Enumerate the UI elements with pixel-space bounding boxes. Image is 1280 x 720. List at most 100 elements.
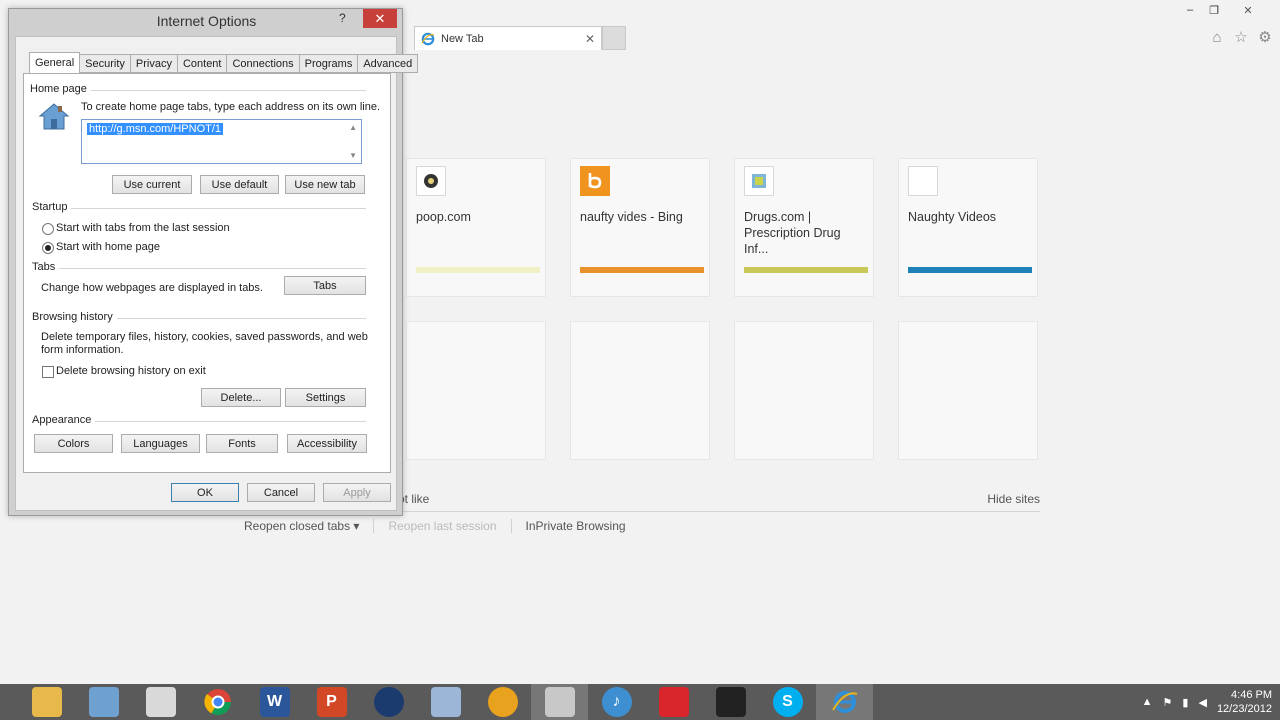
network-icon[interactable]: ▮ [1182,696,1188,709]
home-page-url-text: http://g.msn.com/HPNOT/1 [87,123,224,135]
tab-content[interactable]: Content [177,54,228,73]
sketchup-icon[interactable] [645,684,702,720]
notepad-icon[interactable] [417,684,474,720]
dialog-close-button[interactable]: ✕ [363,9,397,28]
tab-general[interactable]: General [29,52,81,73]
browsing-history-group-label: Browsing history [32,311,117,323]
close-window-button[interactable]: ✕ [1226,2,1270,18]
use-default-button[interactable]: Use default [200,175,279,194]
window-controls: – ❐ ✕ [1178,2,1270,18]
tabs-settings-button[interactable]: Tabs [284,276,366,295]
tabs-description: Change how webpages are displayed in tab… [41,282,263,294]
powerpoint-icon[interactable]: P [303,684,360,720]
site-color-bar [908,267,1032,273]
empty-site-tile [406,321,546,460]
paint-icon[interactable] [132,684,189,720]
site-title: poop.com [416,210,471,224]
delete-history-on-exit-label: Delete browsing history on exit [56,365,206,377]
clock-time: 4:46 PM [1231,689,1272,701]
delete-history-on-exit-checkbox[interactable] [42,366,54,378]
show-hidden-icons-icon[interactable]: ▲ [1142,696,1153,708]
languages-button[interactable]: Languages [121,434,200,453]
new-tab-links: Reopen closed tabs ▾ Reopen last session… [244,519,640,533]
tab-new-tab[interactable]: New Tab ✕ [414,26,602,50]
divider [84,90,366,91]
tools-gear-icon[interactable]: ⚙ [1256,28,1274,46]
general-tab-panel: Home page To create home page tabs, type… [23,73,391,473]
apply-button[interactable]: Apply [323,483,391,502]
inprivate-browsing-link[interactable]: InPrivate Browsing [512,519,640,533]
action-center-icon[interactable]: ⚑ [1163,696,1173,709]
control-panel-icon[interactable] [75,684,132,720]
minimize-button[interactable]: – [1178,2,1202,18]
hide-sites-link[interactable]: Hide sites [987,492,1040,506]
fonts-button[interactable]: Fonts [206,434,278,453]
startup-last-session-label: Start with tabs from the last session [56,222,230,234]
divider [70,208,366,209]
site-title: naufty vides - Bing [580,210,683,224]
bing-icon [580,166,610,196]
system-tray: ▲ ⚑ ▮ ◀ 4:46 PM 12/23/2012 [1142,684,1272,720]
appearance-group-label: Appearance [32,414,96,426]
internet-explorer-icon [421,32,435,45]
home-page-instruction: To create home page tabs, type each addr… [81,101,381,113]
tab-title: New Tab [441,32,484,45]
restore-button[interactable]: ❐ [1202,2,1226,18]
startup-home-page-label: Start with home page [56,241,160,253]
volume-icon[interactable]: ◀ [1198,696,1206,709]
site-tile[interactable]: poop.com [406,158,546,297]
use-new-tab-button[interactable]: Use new tab [285,175,365,194]
scroll-down-icon[interactable]: ▼ [349,151,357,160]
itunes-icon[interactable]: ♪ [588,684,645,720]
word-icon[interactable]: W [246,684,303,720]
blank-page-icon [908,166,938,196]
accessibility-button[interactable]: Accessibility [287,434,367,453]
home-icon[interactable]: ⌂ [1208,28,1226,46]
site-favicon-icon [416,166,446,196]
home-page-group-label: Home page [30,83,91,95]
cancel-button[interactable]: Cancel [247,483,315,502]
scroll-up-icon[interactable]: ▲ [349,123,357,132]
reopen-last-session-link[interactable]: Reopen last session [374,519,510,533]
chrome-icon[interactable] [189,684,246,720]
colors-button[interactable]: Colors [34,434,113,453]
music-icon[interactable] [474,684,531,720]
browsing-history-description: Delete temporary files, history, cookies… [41,331,368,343]
internet-explorer-icon[interactable] [816,684,873,720]
clock[interactable]: 4:46 PM 12/23/2012 [1217,688,1272,716]
site-color-bar [416,267,540,273]
site-tile[interactable]: naufty vides - Bing [570,158,710,297]
startup-home-page-radio[interactable] [42,242,54,254]
tab-advanced[interactable]: Advanced [358,54,419,73]
tab-security[interactable]: Security [80,54,131,73]
startup-last-session-radio[interactable] [42,223,54,235]
delete-history-button[interactable]: Delete... [201,388,281,407]
ok-button[interactable]: OK [171,483,239,502]
file-explorer-icon[interactable] [18,684,75,720]
site-color-bar [744,267,868,273]
dialog-body: General Security Privacy Content Connect… [15,36,419,511]
home-page-url-field[interactable]: http://g.msn.com/HPNOT/1 ▲ ▼ [81,119,362,164]
tab-privacy[interactable]: Privacy [130,54,178,73]
media-center-icon[interactable] [360,684,417,720]
reopen-closed-tabs-link[interactable]: Reopen closed tabs ▾ [244,519,373,533]
favorites-star-icon[interactable]: ☆ [1232,28,1250,46]
tab-close-icon[interactable]: ✕ [585,32,595,46]
help-button[interactable]: ? [339,11,346,25]
site-color-bar [580,267,704,273]
site-tile[interactable]: Naughty Videos [898,158,1038,297]
tab-programs[interactable]: Programs [299,54,359,73]
use-current-button[interactable]: Use current [112,175,192,194]
app-icon[interactable] [702,684,759,720]
divider [92,421,366,422]
browser-toolbar: ⌂ ☆ ⚙ [1208,28,1274,47]
site-tile[interactable]: Drugs.com | Prescription Drug Inf... [734,158,874,297]
site-title: Naughty Videos [908,210,997,224]
skype-icon[interactable]: S [759,684,816,720]
windows-live-movie-icon[interactable] [531,684,588,720]
frequent-sites-grid: poop.com naufty vides - Bing Drugs.com |… [406,158,1038,460]
tab-connections[interactable]: Connections [227,54,300,73]
history-settings-button[interactable]: Settings [285,388,366,407]
dialog-tabs: General Security Privacy Content Connect… [29,52,419,73]
new-tab-button[interactable] [602,26,626,50]
